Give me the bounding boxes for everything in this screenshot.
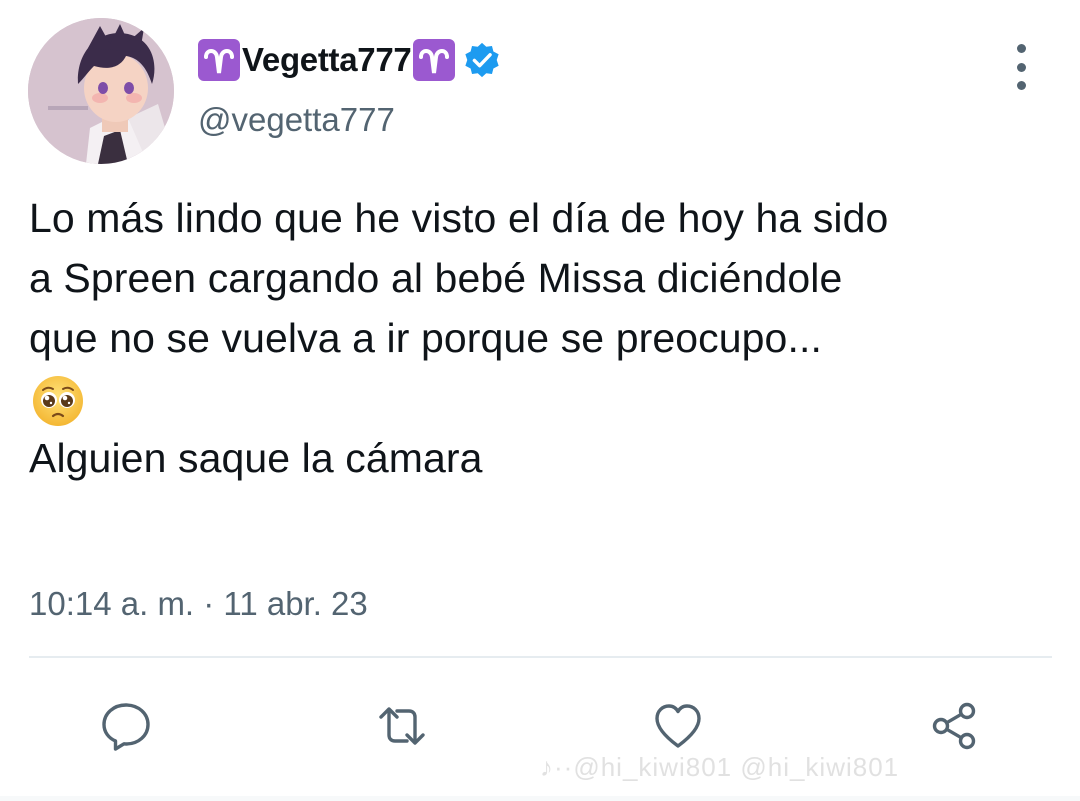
share-icon <box>932 702 976 750</box>
tweet-text-line: que no se vuelva a ir porque se preocupo… <box>29 315 822 361</box>
verified-badge-icon <box>465 42 500 78</box>
share-button[interactable] <box>924 696 984 756</box>
more-dot <box>1016 44 1026 53</box>
reply-button[interactable] <box>96 696 156 756</box>
pleading-face-emoji-icon <box>33 376 83 426</box>
tweet-text-line: Alguien saque la cámara <box>29 435 483 481</box>
tweet-text-line: a Spreen cargando al bebé Missa diciéndo… <box>29 255 843 301</box>
retweet-icon <box>379 707 425 745</box>
tweet-text-line: Lo más lindo que he visto el día de hoy … <box>29 195 889 241</box>
heart-icon <box>655 704 701 748</box>
tweet-text: Lo más lindo que he visto el día de hoy … <box>29 188 1074 488</box>
tweet-emoji-line <box>29 368 1074 428</box>
watermark: ♪··@hi_kiwi801 @hi_kiwi801 <box>540 752 900 782</box>
tweet-timestamp[interactable]: 10:14 a. m. · 11 abr. 23 <box>29 580 368 628</box>
aries-emoji-icon <box>413 39 456 81</box>
aries-emoji-icon <box>198 39 240 81</box>
like-button[interactable] <box>648 696 708 756</box>
author-display-name[interactable]: Vegetta777 <box>242 38 412 82</box>
more-dot <box>1016 81 1026 90</box>
more-options-icon[interactable] <box>1006 44 1036 90</box>
retweet-button[interactable] <box>372 696 432 756</box>
author-handle[interactable]: @vegetta777 <box>198 98 395 142</box>
comment-icon <box>102 703 150 751</box>
more-dot <box>1016 62 1026 72</box>
bottom-divider <box>0 796 1080 801</box>
author-avatar[interactable] <box>28 18 174 164</box>
divider <box>29 656 1052 658</box>
author-name-row[interactable]: Vegetta777 <box>198 38 501 82</box>
anime-avatar-image <box>28 18 174 164</box>
